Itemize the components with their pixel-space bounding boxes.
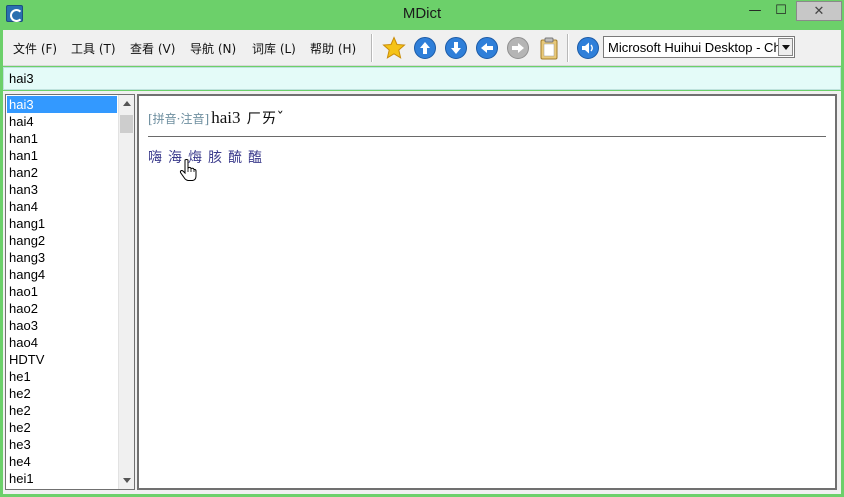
dictionary-select[interactable]: Microsoft Huihui Desktop - Chinese [603,36,795,58]
menu-tools[interactable]: 工具 (T) [71,40,116,57]
menu-toolbar-row: 文件 (F) 工具 (T) 查看 (V) 导航 (N) 词库 (L) 帮助 (H… [3,30,841,66]
word-list-item[interactable]: hao3 [7,317,117,334]
menu-help[interactable]: 帮助 (H) [310,40,356,57]
minimize-button[interactable]: — [742,1,768,21]
word-list-item[interactable]: hang3 [7,249,117,266]
word-list-item[interactable]: han1 [7,130,117,147]
character-link[interactable]: 胲 [208,150,222,166]
search-input-value: hai3 [9,71,34,86]
word-list[interactable]: hai3 hai4 han1 han1 han2 han3 han4 hang1 hang2 ha… [5,94,135,490]
entry-tag: [拼音·注音] [148,112,210,126]
chevron-down-icon[interactable] [778,38,793,56]
maximize-button[interactable]: ☐ [768,1,794,21]
hand-cursor-icon [179,159,197,181]
clipboard-icon[interactable] [537,36,561,60]
word-list-item[interactable]: hang4 [7,266,117,283]
word-list-items: hai3 hai4 han1 han1 han2 han3 han4 hang1 hang2 ha… [7,96,117,487]
definition-pane: [拼音·注音] hai3 ㄏㄞˇ 嗨海烸胲酼醢 [137,94,837,490]
menu-view[interactable]: 查看 (V) [130,40,175,57]
arrow-right-icon[interactable] [506,36,530,60]
menu-library[interactable]: 词库 (L) [252,40,296,57]
dictionary-select-value: Microsoft Huihui Desktop - Chinese [608,40,780,55]
search-input[interactable]: hai3 [3,67,841,90]
word-list-item[interactable]: HDTV [7,351,117,368]
scroll-down-icon[interactable] [119,472,134,489]
word-list-item[interactable]: he2 [7,385,117,402]
word-list-item[interactable]: hei1 [7,470,117,487]
star-icon[interactable] [382,36,406,60]
entry-characters: 嗨海烸胲酼醢 [148,147,268,167]
entry-heading: [拼音·注音] hai3 ㄏㄞˇ [148,107,284,128]
scroll-up-icon[interactable] [119,95,134,112]
menu-navigate[interactable]: 导航 (N) [190,40,236,57]
word-list-item[interactable]: han2 [7,164,117,181]
title-bar[interactable]: MDict — ☐ ✕ [0,0,844,30]
word-list-item[interactable]: he4 [7,453,117,470]
scroll-thumb[interactable] [120,115,133,133]
close-button[interactable]: ✕ [796,1,842,21]
word-list-item[interactable]: hang2 [7,232,117,249]
word-list-item[interactable]: hai4 [7,113,117,130]
main-frame: hai3 hai4 han1 han1 han2 han3 han4 hang1 hang2 ha… [3,91,841,494]
arrow-down-icon[interactable] [444,36,468,60]
speaker-icon[interactable] [576,36,600,60]
divider [148,136,826,137]
character-link[interactable]: 酼 [228,150,242,166]
entry-headword: hai3 [211,108,241,127]
word-list-item[interactable]: hai3 [7,96,117,113]
toolbar-separator [567,34,569,62]
word-list-item[interactable]: he2 [7,402,117,419]
word-list-item[interactable]: han3 [7,181,117,198]
word-list-item[interactable]: hang1 [7,215,117,232]
word-list-item[interactable]: hao4 [7,334,117,351]
arrow-up-icon[interactable] [413,36,437,60]
word-list-item[interactable]: he3 [7,436,117,453]
window-title: MDict [402,5,442,22]
word-list-item[interactable]: he1 [7,368,117,385]
word-list-item[interactable]: han1 [7,147,117,164]
word-list-scrollbar[interactable] [118,95,134,489]
character-link[interactable]: 醢 [248,150,262,166]
word-list-item[interactable]: he2 [7,419,117,436]
mdict-window: MDict — ☐ ✕ 文件 (F) 工具 (T) 查看 (V) 导航 (N) … [0,0,844,497]
word-list-item[interactable]: hao2 [7,300,117,317]
arrow-left-icon[interactable] [475,36,499,60]
character-link[interactable]: 嗨 [148,150,162,166]
word-list-item[interactable]: han4 [7,198,117,215]
menu-file[interactable]: 文件 (F) [13,40,57,57]
word-list-item[interactable]: hao1 [7,283,117,300]
toolbar-separator [371,34,373,62]
entry-zhuyin: ㄏㄞˇ [246,109,284,127]
